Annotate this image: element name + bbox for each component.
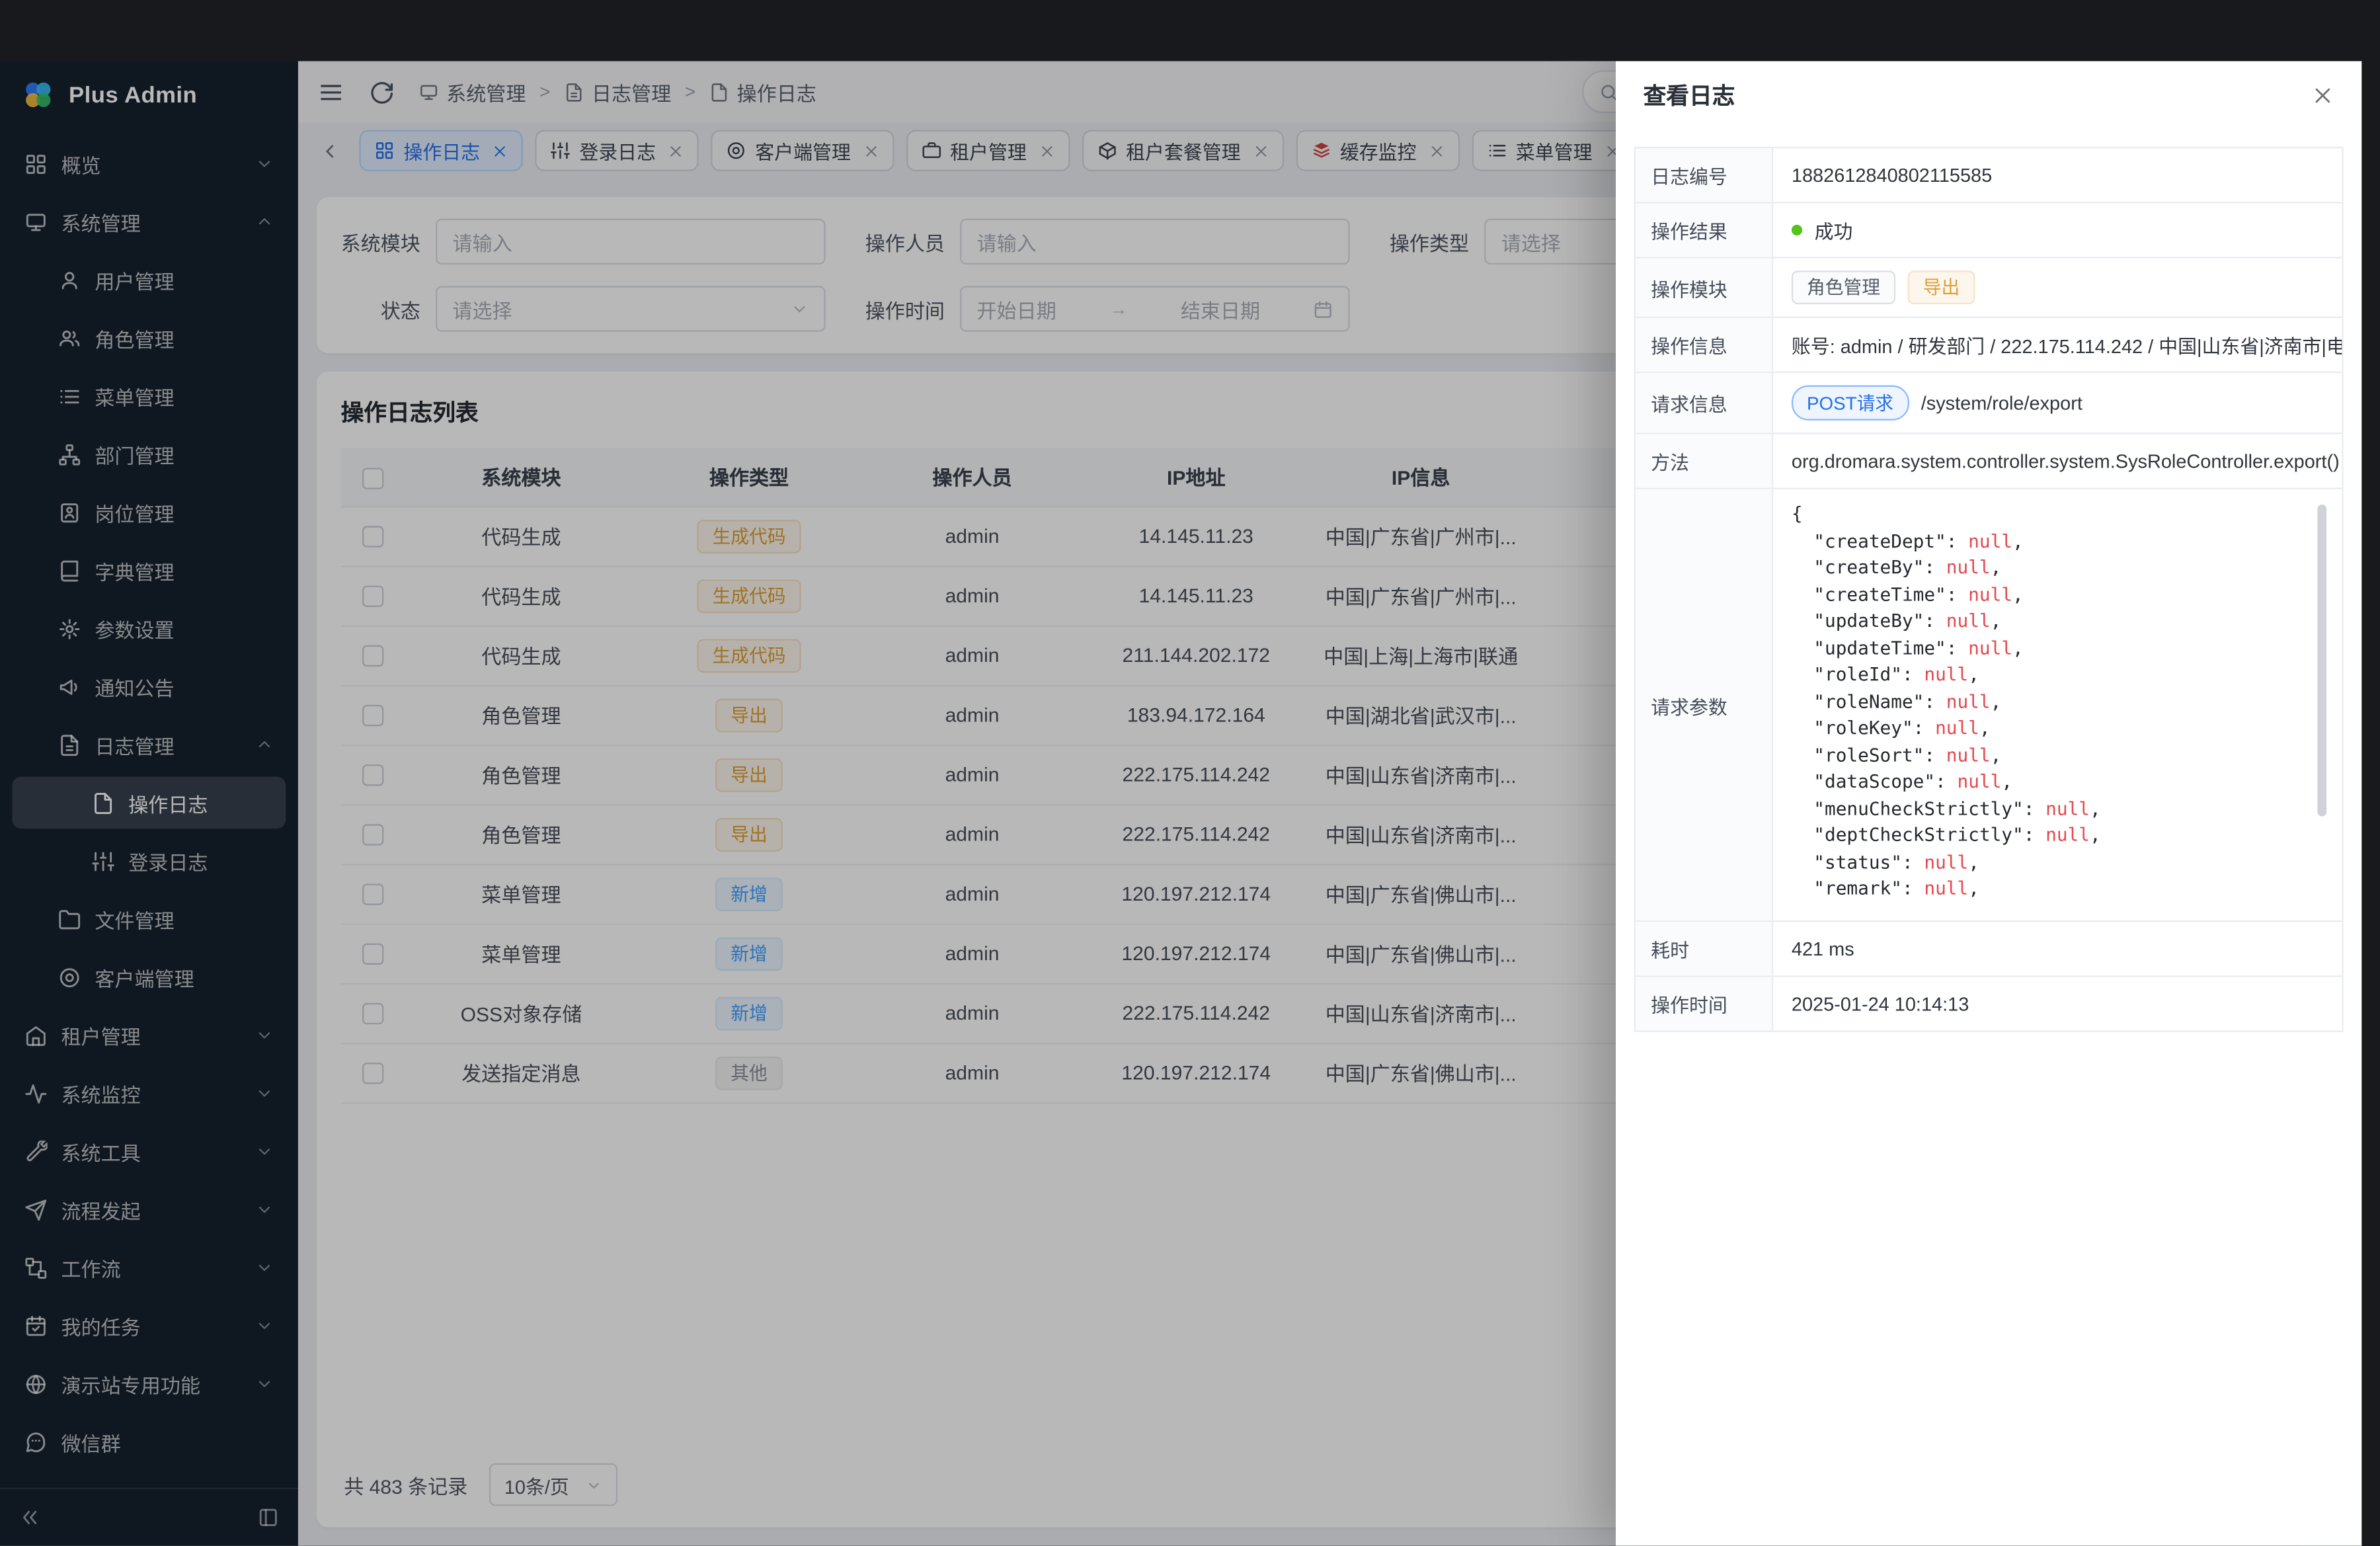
- detail-label: 日志编号: [1636, 148, 1773, 202]
- detail-row: 日志编号 1882612840802115585: [1636, 148, 2342, 203]
- detail-row: 操作模块角色管理导出: [1636, 259, 2342, 318]
- detail-label: 耗时: [1636, 922, 1773, 975]
- detail-value: 2025-01-24 10:14:13: [1792, 993, 1969, 1014]
- detail-row: 操作结果 成功: [1636, 204, 2342, 259]
- json-code: { "createDept": null, "createBy": null, …: [1792, 501, 2326, 903]
- module-tag: 角色管理: [1792, 270, 1895, 304]
- request-params-code[interactable]: { "createDept": null, "createBy": null, …: [1792, 501, 2326, 908]
- drawer-body: 日志编号1882612840802115585操作结果成功操作模块角色管理导出操…: [1616, 128, 2361, 1545]
- detail-label: 请求参数: [1636, 489, 1773, 920]
- detail-label: 操作结果: [1636, 204, 1773, 257]
- window-top-bar: [0, 0, 2380, 61]
- view-log-drawer: 查看日志 日志编号 1882612840802115585 操作结果 成功操作模块角色…: [1616, 61, 2361, 1545]
- detail-label: 操作时间: [1636, 977, 1773, 1030]
- close-icon[interactable]: [2311, 83, 2334, 106]
- module-tag: 导出: [1908, 270, 1975, 304]
- detail-label: 操作模块: [1636, 259, 1773, 317]
- code-scrollbar-thumb[interactable]: [2317, 505, 2326, 817]
- success-dot: [1792, 225, 1802, 235]
- screen: Plus Admin 概览系统管理用户管理角色管理菜单管理部门管理岗位管理字典管…: [0, 0, 2380, 1546]
- drawer-header: 查看日志: [1616, 61, 2361, 128]
- detail-label: 请求信息: [1636, 373, 1773, 432]
- drawer-detail-table: 日志编号1882612840802115585操作结果成功操作模块角色管理导出操…: [1634, 147, 2344, 1032]
- detail-row: 操作时间 2025-01-24 10:14:13: [1636, 977, 2342, 1030]
- app-root: Plus Admin 概览系统管理用户管理角色管理菜单管理部门管理岗位管理字典管…: [0, 61, 2361, 1545]
- detail-row: 耗时 421 ms: [1636, 922, 2342, 977]
- detail-label: 操作信息: [1636, 318, 1773, 372]
- detail-value: 成功: [1815, 216, 1853, 245]
- window-scrollbar[interactable]: [2361, 0, 2380, 1546]
- detail-row: 方法 org.dromara.system.controller.system.S…: [1636, 434, 2342, 489]
- request-url: /system/role/export: [1921, 392, 2082, 413]
- detail-value: 账号: admin / 研发部门 / 222.175.114.242 / 中国|…: [1792, 330, 2342, 359]
- detail-row: 请求信息 POST请求/system/role/export: [1636, 373, 2342, 434]
- detail-label: 方法: [1636, 434, 1773, 488]
- detail-row: 操作信息账号: admin / 研发部门 / 222.175.114.242 /…: [1636, 318, 2342, 373]
- drawer-title: 查看日志: [1644, 79, 1735, 111]
- detail-value: 421 ms: [1792, 938, 1854, 959]
- detail-row: 请求参数{ "createDept": null, "createBy": nu…: [1636, 489, 2342, 922]
- detail-value: org.dromara.system.controller.system.Sys…: [1792, 450, 2340, 471]
- detail-value: 1882612840802115585: [1792, 165, 1992, 186]
- request-method-tag: POST请求: [1792, 386, 1909, 421]
